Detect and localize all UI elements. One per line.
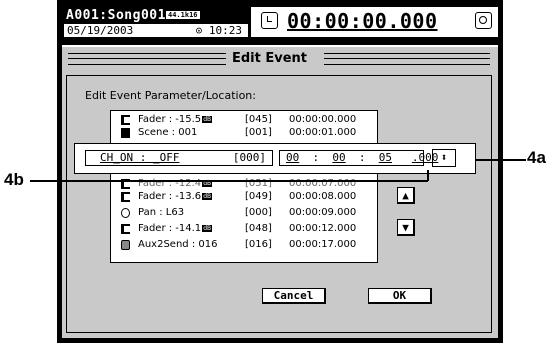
event-row[interactable]: Pan : L63 [000] 00:00:09.000 [111,207,377,220]
fader-icon [121,115,130,125]
event-row[interactable]: Fader : -14.1 dB [048] 00:00:12.000 [111,223,377,236]
song-info-panel: A001:Song001 44.1k16 05/19/2003 ⊙ 10:23 [63,7,249,37]
callout-4a-leader [476,159,526,161]
event-index: [016] [245,239,272,250]
scroll-up-button[interactable]: ▲ [397,187,415,204]
clock-icon[interactable] [261,12,278,29]
db-unit: dB [202,192,213,200]
event-name: Aux2Send : 016 [138,239,218,250]
date-time-bar: 05/19/2003 ⊙ 10:23 [64,24,248,37]
event-index: [001] [245,127,272,138]
event-name: Fader : -13.6 [138,191,202,202]
ok-button[interactable]: OK [368,288,432,304]
event-name: Pan : L63 [138,207,185,218]
scroll-down-button[interactable]: ▼ [397,219,415,236]
event-name: Fader : -14.1 [138,223,202,234]
song-date: 05/19/2003 [67,24,134,37]
callout-4b-label: 4b [4,170,24,189]
event-time: 00:00:09.000 [289,207,357,218]
location-seconds: 05 [378,151,392,164]
pan-icon [121,208,130,218]
event-index: [045] [245,114,272,125]
dialog-caption: Edit Event Parameter/Location: [85,89,256,102]
clock-time: ⊙ 10:23 [195,24,242,37]
event-row[interactable]: Aux2Send : 016 [016] 00:00:17.000 [111,239,377,252]
edit-event-dialog: Edit Event Edit Event Parameter/Location… [62,45,498,338]
title-rule-right [324,53,490,65]
timecode-panel: 00:00:00.000 [251,7,498,37]
aux-send-icon [121,240,130,250]
scene-icon [121,128,130,138]
parameter-field[interactable]: CH_ON : _OFF [000] [85,150,273,166]
event-index: [048] [245,223,272,234]
event-name: Scene : 001 [138,127,198,138]
location-minutes: 00 [332,151,346,164]
sample-rate-badge: 44.1k16 [166,11,200,19]
event-row[interactable]: Fader : -13.6 dB [049] 00:00:08.000 [111,191,377,204]
db-unit: dB [202,115,213,123]
event-name: Fader : -15.5 [138,114,202,125]
event-time: 00:00:12.000 [289,223,357,234]
title-rule-left [68,53,226,65]
event-row[interactable]: Fader : -15.5 dB [045] 00:00:00.000 [111,114,377,127]
event-time: 00:00:01.000 [289,127,357,138]
event-index: [000] [245,207,272,218]
event-time: 00:00:08.000 [289,191,357,202]
location-field[interactable]: 00 : 00 : 05 .000 [279,150,438,166]
event-time: 00:00:17.000 [289,239,357,250]
up-down-arrows-icon[interactable]: ⬍ [432,149,456,167]
callout-4b-leader [30,180,428,182]
dialog-title: Edit Event [232,51,308,66]
dialog-titlebar: Edit Event [66,50,494,69]
location-hours: 00 [286,151,300,164]
event-list[interactable]: Fader : -15.5 dB [045] 00:00:00.000 Scene… [110,110,378,263]
event-time: 00:00:00.000 [289,114,357,125]
locate-icon[interactable] [475,12,492,29]
fader-icon [121,224,130,234]
parameter-value: CH_ON : _OFF [100,151,180,164]
event-index: [049] [245,191,272,202]
timecode-display: 00:00:00.000 [287,9,438,33]
callout-4b-leader-tick [427,170,429,181]
event-row[interactable]: Scene : 001 [001] 00:00:01.000 [111,127,377,140]
db-unit: dB [202,224,213,232]
callout-4a-label: 4a [527,148,546,167]
edit-event-strip: CH_ON : _OFF [000] 00 : 00 : 05 .000 ⬍ [74,143,476,174]
cancel-button[interactable]: Cancel [262,288,326,304]
fader-icon [121,192,130,202]
parameter-index: [000] [232,151,266,164]
song-name: A001:Song001 [66,8,166,23]
